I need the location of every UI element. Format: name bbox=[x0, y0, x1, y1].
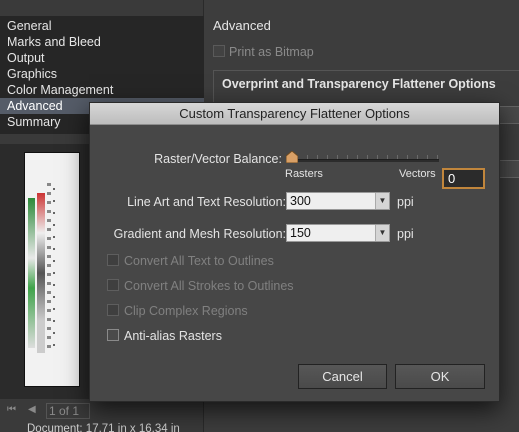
dialog-body: Raster/Vector Balance: Rasters Vectors 0… bbox=[90, 125, 499, 402]
convert-strokes-to-outlines-label: Convert All Strokes to Outlines bbox=[124, 279, 294, 293]
chevron-down-icon[interactable]: ▼ bbox=[375, 225, 389, 241]
preview-artwork bbox=[53, 188, 55, 348]
previous-page-icon[interactable]: ◀ bbox=[28, 404, 36, 415]
clip-complex-regions-checkbox[interactable]: Clip Complex Regions bbox=[107, 304, 248, 318]
category-output[interactable]: Output bbox=[0, 50, 204, 66]
preview-artwork bbox=[37, 193, 45, 353]
preview-artwork bbox=[47, 183, 51, 353]
first-page-icon[interactable]: ⏮ bbox=[7, 404, 16, 415]
page-number-field[interactable]: 1 of 1 bbox=[46, 403, 90, 419]
print-as-bitmap-label: Print as Bitmap bbox=[229, 45, 314, 59]
document-size-text: Document: 17.71 in x 16.34 in bbox=[27, 423, 180, 432]
category-marks-and-bleed[interactable]: Marks and Bleed bbox=[0, 34, 204, 50]
print-as-bitmap-checkbox[interactable]: Print as Bitmap bbox=[213, 45, 314, 59]
raster-vector-balance-label: Raster/Vector Balance: bbox=[154, 152, 282, 166]
convert-text-to-outlines-checkbox[interactable]: Convert All Text to Outlines bbox=[107, 254, 274, 268]
section-title: Advanced bbox=[213, 18, 271, 33]
checkbox-box[interactable] bbox=[107, 254, 119, 266]
checkbox-box[interactable] bbox=[107, 304, 119, 316]
gradient-mesh-unit: ppi bbox=[397, 227, 414, 241]
convert-strokes-to-outlines-checkbox[interactable]: Convert All Strokes to Outlines bbox=[107, 279, 294, 293]
anti-alias-rasters-label: Anti-alias Rasters bbox=[124, 329, 222, 343]
clip-complex-regions-label: Clip Complex Regions bbox=[124, 304, 248, 318]
line-art-unit: ppi bbox=[397, 195, 414, 209]
checkbox-box[interactable] bbox=[213, 45, 225, 57]
anti-alias-rasters-checkbox[interactable]: Anti-alias Rasters bbox=[107, 329, 222, 343]
raster-vector-balance-input[interactable]: 0 bbox=[442, 168, 485, 189]
convert-text-to-outlines-label: Convert All Text to Outlines bbox=[124, 254, 274, 268]
gradient-mesh-resolution-label: Gradient and Mesh Resolution: bbox=[113, 227, 286, 241]
dialog-title: Custom Transparency Flattener Options bbox=[90, 103, 499, 125]
preview-artwork bbox=[28, 198, 35, 348]
cancel-button[interactable]: Cancel bbox=[298, 364, 387, 389]
slider-max-label: Vectors bbox=[399, 168, 436, 180]
category-general[interactable]: General bbox=[0, 18, 204, 34]
page-navigator: ⏮ ◀ 1 of 1 bbox=[0, 400, 204, 420]
flattener-options-dialog: Custom Transparency Flattener Options Ra… bbox=[89, 102, 500, 402]
checkbox-box[interactable] bbox=[107, 329, 119, 341]
gradient-mesh-resolution-value[interactable]: 150 bbox=[290, 226, 311, 240]
line-art-resolution-value[interactable]: 300 bbox=[290, 194, 311, 208]
raster-vector-slider[interactable] bbox=[297, 159, 439, 162]
ok-button[interactable]: OK bbox=[395, 364, 485, 389]
category-color-management[interactable]: Color Management bbox=[0, 82, 204, 98]
line-art-resolution-combo[interactable]: 300 ▼ bbox=[286, 192, 390, 210]
checkbox-box[interactable] bbox=[107, 279, 119, 291]
slider-min-label: Rasters bbox=[285, 168, 323, 180]
preview-page-thumbnail bbox=[24, 152, 80, 387]
line-art-resolution-label: Line Art and Text Resolution: bbox=[127, 195, 286, 209]
chevron-down-icon[interactable]: ▼ bbox=[375, 193, 389, 209]
overprint-options-title: Overprint and Transparency Flattener Opt… bbox=[222, 77, 496, 91]
category-graphics[interactable]: Graphics bbox=[0, 66, 204, 82]
slider-thumb-icon[interactable] bbox=[286, 151, 298, 163]
gradient-mesh-resolution-combo[interactable]: 150 ▼ bbox=[286, 224, 390, 242]
